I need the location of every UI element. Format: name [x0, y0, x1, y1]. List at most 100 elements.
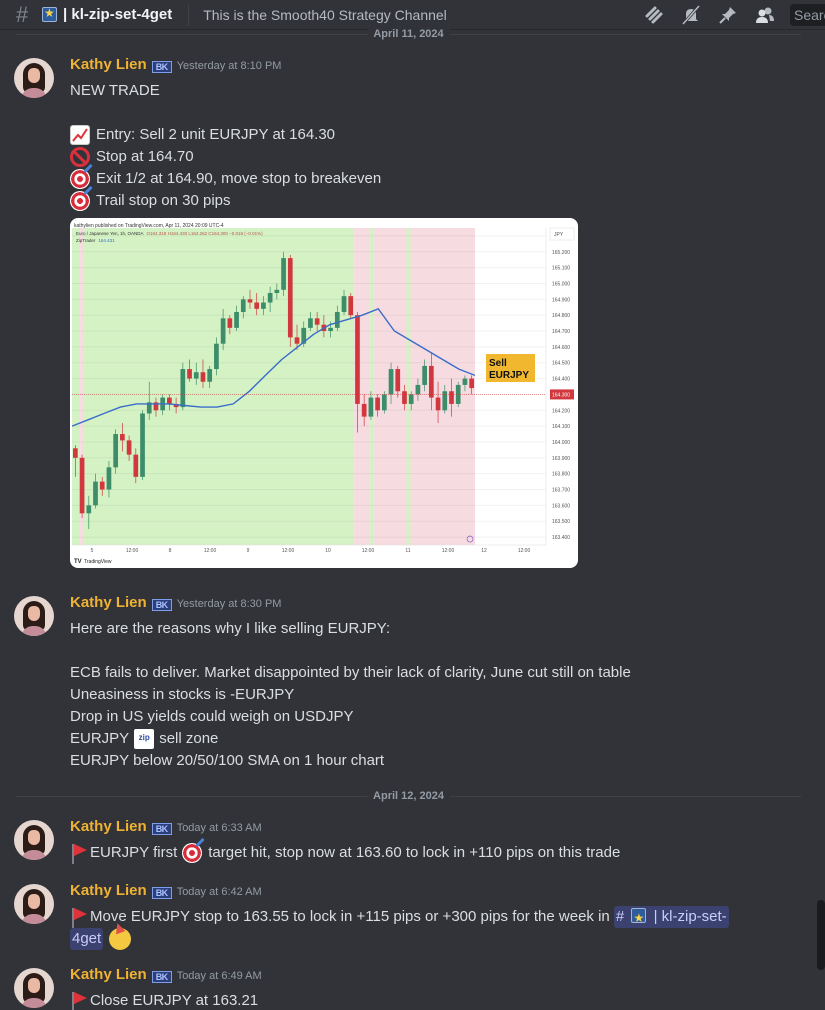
avatar[interactable]	[14, 820, 54, 860]
candle-body	[193, 372, 199, 379]
y-tick-label: 164.000	[552, 440, 570, 446]
message-line: Drop in US yields could weigh on USDJPY	[70, 708, 354, 725]
message-line: Uneasiness in stocks is -EURJPY	[70, 686, 295, 703]
candle-body	[274, 289, 280, 293]
search-input[interactable]: Search	[790, 4, 825, 26]
message-line: EURJPY	[70, 730, 130, 747]
message-line: Entry: Sell 2 unit EURJPY at 164.30	[96, 126, 336, 143]
candle-body	[462, 378, 468, 385]
footer-label: TradingView	[84, 559, 112, 565]
chart-image-attachment[interactable]: kathylien published on TradingView.com, …	[70, 218, 578, 568]
message-line: Exit 1/2 at 164.90, move stop to breakev…	[96, 170, 382, 187]
header-toolbar: Search	[642, 0, 825, 30]
message-content: EURJPY first target hit, stop now at 163.…	[70, 842, 620, 864]
message-content: Close EURJPY at 163.21	[70, 990, 258, 1010]
candle-body	[355, 315, 360, 404]
message-line: ECB fails to deliver. Market disappointe…	[70, 664, 631, 681]
chart-title: Euro / Japanese Yen, 1h, OANDA O164.318 H…	[76, 231, 263, 236]
y-tick-label: 163.900	[552, 456, 570, 462]
timestamp[interactable]: Yesterday at 8:30 PM	[177, 598, 282, 610]
date-label: April 11, 2024	[367, 28, 450, 40]
candle-body	[79, 457, 85, 514]
x-tick-label: 12:00	[204, 548, 217, 554]
author-name[interactable]: Kathy Lien	[70, 882, 147, 899]
message-text: EURJPY first	[90, 844, 178, 861]
avatar[interactable]	[14, 884, 54, 924]
role-badge-icon: BK	[151, 971, 172, 983]
author-name[interactable]: Kathy Lien	[70, 818, 147, 835]
pin-icon[interactable]	[716, 3, 740, 27]
message: Kathy Lien BK Today at 6:33 AM EURJPY fi…	[0, 818, 800, 870]
avatar[interactable]	[14, 596, 54, 636]
scrollbar-thumb[interactable]	[817, 900, 825, 970]
message-line: NEW TRADE	[70, 82, 160, 99]
tradingview-chart: kathylien published on TradingView.com, …	[71, 223, 575, 565]
candle-body	[281, 258, 286, 290]
buy-zone	[406, 228, 411, 545]
author-name[interactable]: Kathy Lien	[70, 966, 147, 983]
message-line: Stop at 164.70	[96, 148, 194, 165]
timestamp[interactable]: Today at 6:49 AM	[177, 970, 262, 982]
buy-zone	[72, 228, 81, 545]
message-content: Here are the reasons why I like selling …	[70, 618, 631, 772]
candle-body	[469, 378, 474, 389]
red-flag-icon	[70, 843, 87, 864]
candle-body	[415, 384, 421, 395]
members-icon[interactable]	[753, 3, 777, 27]
message-header: Kathy Lien BK Yesterday at 8:30 PM	[70, 594, 281, 611]
y-tick-label: 165.200	[552, 250, 570, 256]
date-separator: April 12, 2024	[16, 790, 801, 802]
channel-mention[interactable]: # | kl-zip-set-	[613, 906, 729, 929]
y-tick-label: 164.700	[552, 329, 570, 335]
timestamp[interactable]: Yesterday at 8:10 PM	[177, 60, 282, 72]
candle-body	[126, 440, 132, 455]
candle-body	[287, 258, 293, 338]
last-price-label: 164.300	[552, 392, 570, 398]
threads-icon[interactable]	[642, 3, 666, 27]
author-name[interactable]: Kathy Lien	[70, 56, 147, 73]
candle-body	[402, 391, 407, 404]
x-tick-label: 12:00	[518, 548, 531, 554]
role-badge-icon: BK	[151, 61, 172, 73]
candle-body	[334, 312, 340, 328]
candle-body	[106, 467, 112, 490]
candle-body	[86, 505, 92, 514]
candle-body	[294, 337, 300, 344]
author-name[interactable]: Kathy Lien	[70, 594, 147, 611]
buy-zone	[84, 228, 355, 545]
y-tick-label: 164.600	[552, 345, 570, 351]
y-tick-label: 164.900	[552, 297, 570, 303]
message: Kathy Lien BK Today at 6:42 AM Move EURJ…	[0, 882, 800, 954]
timestamp[interactable]: Today at 6:42 AM	[177, 886, 262, 898]
x-tick-label: 9	[247, 548, 250, 554]
direct-hit-icon	[70, 169, 90, 189]
y-tick-label: 163.400	[552, 535, 570, 541]
message-header: Kathy Lien BK Today at 6:33 AM	[70, 818, 262, 835]
channel-header: # | kl-zip-set-4get This is the Smooth40…	[0, 0, 825, 30]
y-tick-label: 163.600	[552, 503, 570, 509]
x-tick-label: 12:00	[362, 548, 375, 554]
message-line: Trail stop on 30 pips	[96, 192, 231, 209]
mute-bell-icon[interactable]	[679, 3, 703, 27]
role-badge-icon: BK	[151, 599, 172, 611]
channel-mention-continued[interactable]: 4get	[70, 928, 104, 950]
channel-topic[interactable]: This is the Smooth40 Strategy Channel	[203, 7, 447, 23]
hash-icon: #	[16, 1, 29, 27]
x-tick-label: 12:00	[282, 548, 295, 554]
candle-body	[220, 318, 226, 344]
y-tick-label: 164.100	[552, 424, 570, 430]
avatar[interactable]	[14, 58, 54, 98]
avatar[interactable]	[14, 968, 54, 1008]
annotation-pair: EURJPY	[489, 370, 529, 381]
direct-hit-icon	[70, 191, 90, 211]
x-tick-label: 8	[169, 548, 172, 554]
red-flag-icon	[70, 991, 87, 1010]
candle-body	[328, 327, 333, 332]
y-tick-label: 163.500	[552, 519, 570, 525]
candle-body	[314, 318, 320, 325]
chart-increasing-icon	[70, 125, 90, 145]
message-text: target hit, stop now at 163.60 to lock i…	[208, 844, 621, 861]
candle-body	[381, 394, 387, 411]
timestamp[interactable]: Today at 6:33 AM	[177, 822, 262, 834]
buy-zone	[370, 228, 375, 545]
